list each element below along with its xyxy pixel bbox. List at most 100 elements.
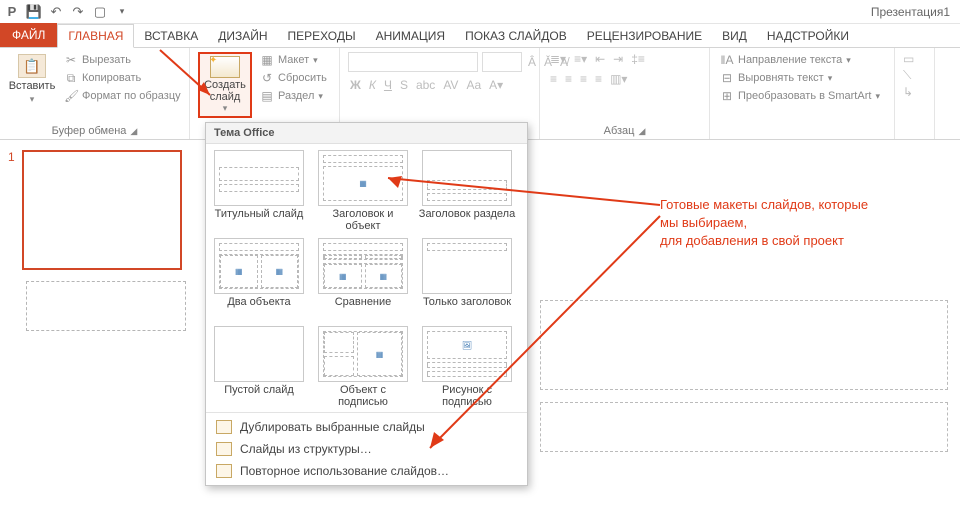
tab-design[interactable]: ДИЗАЙН	[208, 25, 277, 47]
tab-view[interactable]: ВИД	[712, 25, 757, 47]
text-direction-button[interactable]: ‖AНаправление текста▾	[718, 52, 853, 68]
layout-content-caption[interactable]: ▦ Объект с подписью	[314, 326, 412, 410]
layout-label: Заголовок раздела	[419, 208, 515, 234]
layout-label: Два объекта	[227, 296, 290, 322]
layout-icon: ▦	[260, 53, 274, 67]
slide-canvas-partial	[540, 300, 948, 500]
document-title: Презентация1	[871, 5, 956, 19]
paste-icon: 📋	[18, 54, 46, 78]
columns-icon[interactable]: ▥▾	[608, 72, 629, 86]
font-family-combo[interactable]	[348, 52, 478, 72]
title-placeholder[interactable]	[540, 300, 948, 390]
app-icon: P	[4, 4, 20, 20]
reset-button[interactable]: ↺ Сбросить	[258, 70, 329, 86]
outline-icon	[216, 442, 232, 456]
slide-thumbnail-1[interactable]	[22, 150, 182, 270]
justify-icon[interactable]: ≡	[593, 72, 604, 86]
group-clipboard: 📋 Вставить ▾ ✂Вырезать ⧉Копировать 🖌 Форм…	[0, 48, 190, 139]
text-direction-label: Направление текста	[738, 54, 842, 66]
shadow-button[interactable]: abc	[414, 78, 437, 92]
layout-title-content[interactable]: ▦ Заголовок и объект	[314, 150, 412, 234]
start-slideshow-icon[interactable]: ▢	[92, 4, 108, 20]
cmd-reuse-slides[interactable]: Повторное использование слайдов…	[206, 460, 527, 482]
font-size-combo[interactable]	[482, 52, 522, 72]
paragraph-group-label: Абзац	[604, 125, 635, 137]
section-button[interactable]: ▤Раздел▾	[258, 88, 329, 104]
tab-file[interactable]: ФАЙЛ	[0, 23, 57, 47]
copy-label: Копировать	[82, 72, 141, 84]
tab-review[interactable]: РЕЦЕНЗИРОВАНИЕ	[577, 25, 712, 47]
redo-icon[interactable]: ↷	[70, 4, 86, 20]
layout-label: Только заголовок	[423, 296, 511, 322]
tab-addins[interactable]: НАДСТРОЙКИ	[757, 25, 859, 47]
align-right-icon[interactable]: ≡	[578, 72, 589, 86]
layout-picture-caption[interactable]: 🖼 Рисунок с подписью	[418, 326, 516, 410]
reset-icon: ↺	[260, 71, 274, 85]
increase-font-icon[interactable]: Â	[526, 55, 538, 69]
tab-transitions[interactable]: ПЕРЕХОДЫ	[278, 25, 366, 47]
copy-button[interactable]: ⧉Копировать	[62, 70, 183, 86]
layout-two-content[interactable]: ▦▦ Два объекта	[210, 238, 308, 322]
format-painter-button[interactable]: 🖌 Формат по образцу	[62, 88, 183, 104]
underline-button[interactable]: Ч	[382, 78, 394, 92]
align-text-icon: ⊟	[720, 71, 734, 85]
bullets-icon[interactable]: ≣▾	[548, 52, 568, 66]
shape-arrow-icon[interactable]: ↳	[903, 85, 913, 99]
layout-label: Макет	[278, 54, 309, 66]
layout-title-only[interactable]: Только заголовок	[418, 238, 516, 322]
tab-insert[interactable]: ВСТАВКА	[134, 25, 208, 47]
align-text-button[interactable]: ⊟Выровнять текст▾	[718, 70, 834, 86]
new-slide-highlight: Создать слайд ▾	[198, 52, 252, 118]
shape-rect-icon[interactable]: ▭	[903, 52, 914, 66]
layout-button[interactable]: ▦Макет▾	[258, 52, 329, 68]
tab-slideshow[interactable]: ПОКАЗ СЛАЙДОВ	[455, 25, 577, 47]
brush-icon: 🖌	[64, 89, 78, 103]
layout-label: Титульный слайд	[215, 208, 304, 234]
cut-button[interactable]: ✂Вырезать	[62, 52, 183, 68]
layout-section-header[interactable]: Заголовок раздела	[418, 150, 516, 234]
slide-thumbnail-pane[interactable]: 1	[0, 140, 200, 510]
subtitle-placeholder[interactable]	[540, 402, 948, 452]
tab-home[interactable]: ГЛАВНАЯ	[57, 24, 134, 48]
change-case-button[interactable]: Aa	[464, 78, 483, 92]
bold-button[interactable]: Ж	[348, 78, 363, 92]
new-slide-button[interactable]: Создать слайд ▾	[202, 56, 248, 114]
reuse-icon	[216, 464, 232, 478]
align-center-icon[interactable]: ≡	[563, 72, 574, 86]
slide-number: 1	[8, 150, 15, 164]
new-slide-label: Создать слайд	[202, 80, 248, 103]
smartart-button[interactable]: ⊞Преобразовать в SmartArt▾	[718, 88, 882, 104]
qat-customize-icon[interactable]: ▾	[114, 4, 130, 20]
numbering-icon[interactable]: ≡▾	[572, 52, 589, 66]
paste-button[interactable]: 📋 Вставить ▾	[8, 52, 56, 107]
italic-button[interactable]: К	[367, 78, 378, 92]
increase-indent-icon[interactable]: ⇥	[611, 52, 625, 66]
layout-title-slide[interactable]: Титульный слайд	[210, 150, 308, 234]
shape-line-icon[interactable]: ⟍	[903, 68, 911, 83]
format-painter-label: Формат по образцу	[82, 90, 181, 102]
new-slide-icon	[210, 56, 240, 78]
layout-comparison[interactable]: ▦▦ Сравнение	[314, 238, 412, 322]
font-color-button[interactable]: A▾	[487, 78, 505, 92]
align-left-icon[interactable]: ≡	[548, 72, 559, 86]
dialog-launcher-icon[interactable]: ◢	[130, 126, 137, 137]
layout-blank[interactable]: Пустой слайд	[210, 326, 308, 410]
cmd-duplicate-slides[interactable]: Дублировать выбранные слайды	[206, 416, 527, 438]
cmd-slides-from-outline[interactable]: Слайды из структуры…	[206, 438, 527, 460]
layout-label: Заголовок и объект	[314, 208, 412, 234]
reset-label: Сбросить	[278, 72, 327, 84]
undo-icon[interactable]: ↶	[48, 4, 64, 20]
slide-thumbnail-placeholder[interactable]	[26, 281, 186, 331]
dialog-launcher-icon[interactable]: ◢	[638, 126, 645, 137]
decrease-indent-icon[interactable]: ⇤	[593, 52, 607, 66]
line-spacing-icon[interactable]: ‡≡	[629, 52, 647, 66]
char-spacing-button[interactable]: AV	[441, 78, 460, 92]
strike-button[interactable]: S	[398, 78, 410, 92]
tab-animation[interactable]: АНИМАЦИЯ	[366, 25, 455, 47]
smartart-icon: ⊞	[720, 89, 734, 103]
paste-label: Вставить	[9, 80, 56, 92]
annotation-line: мы выбираем,	[660, 214, 868, 232]
text-direction-icon: ‖A	[720, 53, 734, 67]
gallery-header: Тема Office	[206, 123, 527, 144]
save-icon[interactable]: 💾	[26, 4, 42, 20]
